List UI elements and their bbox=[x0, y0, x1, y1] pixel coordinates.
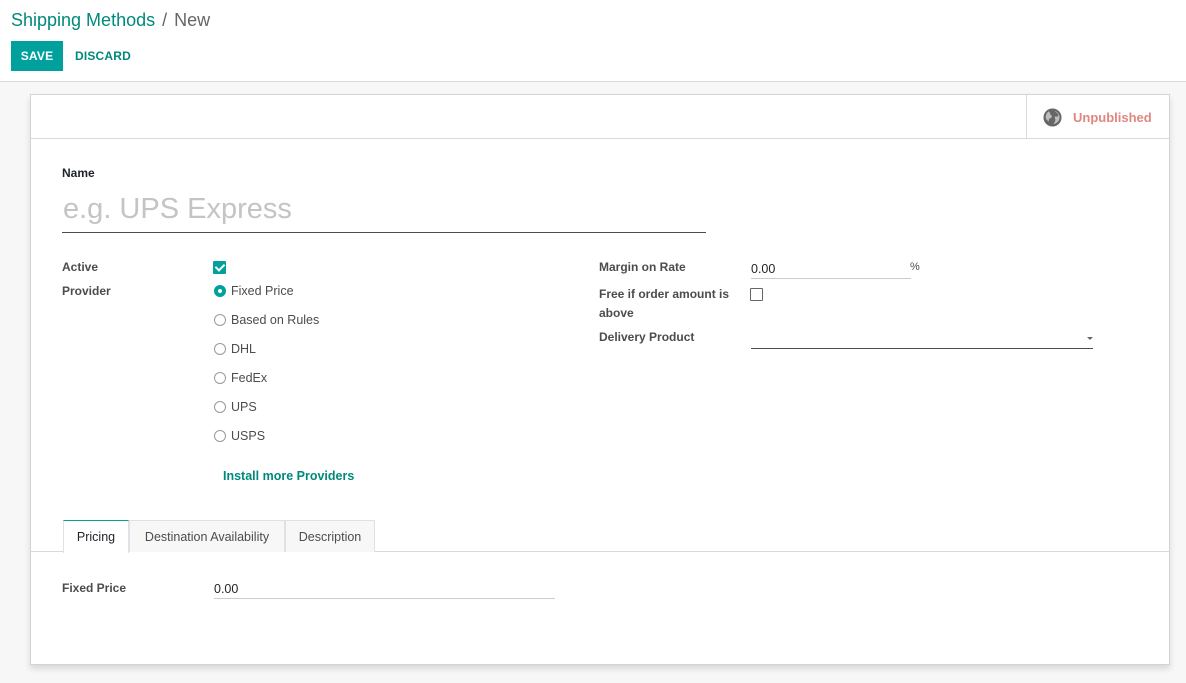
breadcrumb-current: New bbox=[174, 10, 211, 30]
radio-icon bbox=[214, 343, 226, 355]
notebook-tabs: Pricing Destination Availability Descrip… bbox=[31, 520, 1169, 553]
publish-toggle-button[interactable]: Unpublished bbox=[1026, 95, 1169, 139]
tab-description[interactable]: Description bbox=[285, 520, 375, 552]
provider-option-label: Fixed Price bbox=[231, 284, 294, 298]
publish-status-label: Unpublished bbox=[1073, 109, 1152, 125]
provider-label: Provider bbox=[62, 284, 111, 298]
delivery-product-select[interactable] bbox=[751, 329, 1093, 349]
install-more-providers-link[interactable]: Install more Providers bbox=[223, 469, 354, 483]
percent-unit: % bbox=[910, 261, 920, 273]
breadcrumb-separator: / bbox=[162, 10, 168, 30]
save-button[interactable]: SAVE bbox=[11, 41, 63, 71]
delivery-product-label: Delivery Product bbox=[599, 330, 695, 344]
control-panel: Shipping Methods / New SAVE DISCARD bbox=[0, 0, 1186, 82]
tab-label: Description bbox=[298, 529, 362, 544]
caret-down-icon bbox=[1087, 337, 1093, 340]
provider-option-label: UPS bbox=[231, 400, 257, 414]
name-label: Name bbox=[62, 166, 95, 180]
active-checkbox[interactable] bbox=[213, 261, 226, 274]
radio-icon bbox=[214, 314, 226, 326]
provider-option-label: DHL bbox=[231, 342, 257, 356]
tab-label: Destination Availability bbox=[144, 529, 270, 544]
name-input[interactable] bbox=[62, 187, 706, 233]
provider-option-ups[interactable]: UPS bbox=[214, 398, 257, 416]
form-sheet: Unpublished Name Active Provider Fixed P… bbox=[30, 94, 1170, 665]
fixed-price-label: Fixed Price bbox=[62, 581, 127, 595]
active-label: Active bbox=[62, 260, 99, 274]
radio-icon bbox=[214, 372, 226, 384]
margin-on-rate-input[interactable] bbox=[751, 259, 911, 279]
provider-option-fixed-price[interactable]: Fixed Price bbox=[214, 282, 294, 300]
provider-option-label: FedEx bbox=[231, 371, 268, 385]
free-over-amount-label: Free if order amount is above bbox=[599, 287, 730, 320]
provider-option-label: USPS bbox=[231, 429, 266, 443]
tab-destination-availability[interactable]: Destination Availability bbox=[129, 520, 285, 552]
button-box: Unpublished bbox=[31, 95, 1169, 139]
form-content-area: Unpublished Name Active Provider Fixed P… bbox=[0, 82, 1186, 683]
tab-pricing[interactable]: Pricing bbox=[63, 520, 129, 553]
radio-icon bbox=[214, 430, 226, 442]
globe-icon bbox=[1043, 107, 1062, 127]
discard-button[interactable]: DISCARD bbox=[69, 41, 137, 71]
breadcrumb-shipping-methods-link[interactable]: Shipping Methods bbox=[11, 10, 155, 30]
fixed-price-input[interactable] bbox=[214, 579, 555, 599]
provider-option-usps[interactable]: USPS bbox=[214, 427, 265, 445]
radio-icon bbox=[214, 401, 226, 413]
provider-option-label: Based on Rules bbox=[231, 313, 320, 327]
breadcrumb: Shipping Methods / New bbox=[11, 9, 210, 31]
radio-selected-icon bbox=[214, 285, 226, 297]
provider-option-dhl[interactable]: DHL bbox=[214, 340, 256, 358]
tab-label: Pricing bbox=[76, 530, 116, 544]
free-over-amount-checkbox[interactable] bbox=[750, 288, 763, 301]
margin-on-rate-label: Margin on Rate bbox=[599, 260, 686, 274]
provider-option-based-on-rules[interactable]: Based on Rules bbox=[214, 311, 319, 329]
provider-option-fedex[interactable]: FedEx bbox=[214, 369, 267, 387]
